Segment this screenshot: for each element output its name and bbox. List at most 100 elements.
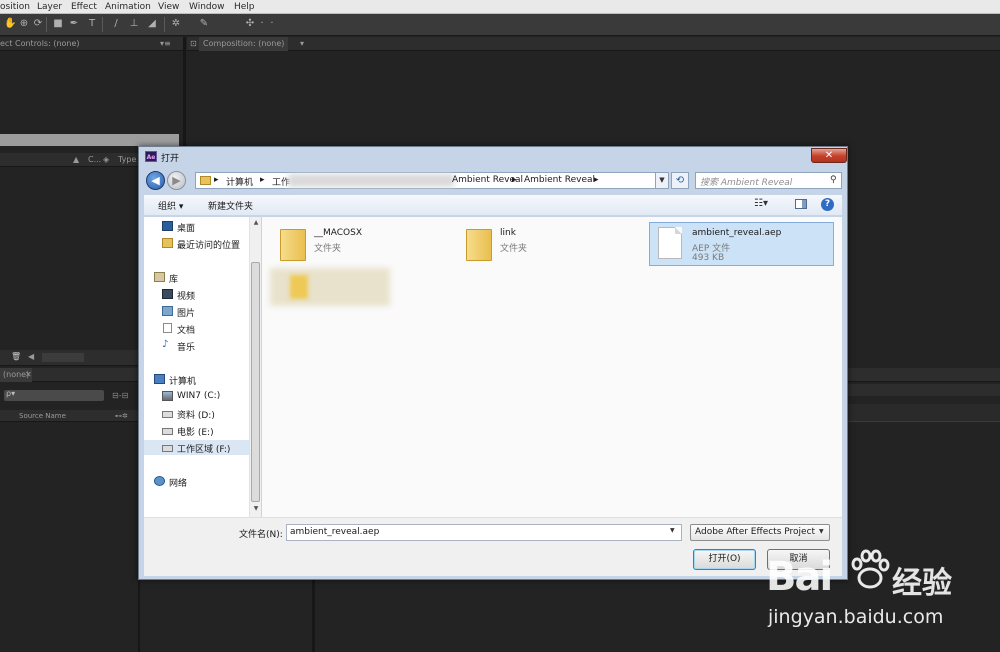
- menu-window[interactable]: Window: [189, 2, 225, 12]
- roto-brush-tool-icon[interactable]: ✲: [170, 18, 182, 30]
- menu-composition[interactable]: osition: [0, 2, 30, 12]
- network-icon: [154, 476, 165, 486]
- file-name: link: [500, 228, 516, 238]
- chevron-down-icon[interactable]: ▼: [670, 527, 675, 534]
- hand-tool-icon[interactable]: ✋: [4, 18, 16, 30]
- search-icon[interactable]: ⚲: [830, 175, 837, 185]
- nav-item-network[interactable]: 网络: [144, 474, 254, 489]
- composition-tab[interactable]: Composition: (none): [199, 37, 289, 51]
- close-button[interactable]: ✕: [811, 148, 847, 163]
- eraser-tool-icon[interactable]: ◢: [146, 18, 158, 30]
- project-col-type[interactable]: Type: [118, 153, 136, 167]
- puppet-pin-tool-icon[interactable]: ✎: [198, 18, 210, 30]
- menu-animation[interactable]: Animation: [105, 2, 151, 12]
- nav-item-videos[interactable]: 视频: [144, 287, 254, 302]
- new-folder-button[interactable]: 新建文件夹: [208, 199, 253, 212]
- file-item-link[interactable]: link 文件夹: [458, 223, 618, 267]
- axis-mode-icon[interactable]: ✣: [244, 18, 256, 30]
- composition-header: ⊡ Composition: (none) ▾: [187, 37, 1000, 51]
- scroll-down-icon[interactable]: ▼: [252, 505, 260, 512]
- nav-label: 电影 (E:): [177, 428, 214, 438]
- timeline-switches-icon[interactable]: ⊟-⊟: [112, 391, 128, 400]
- toolbar-separator: [164, 17, 165, 32]
- file-item-macosx[interactable]: __MACOSX 文件夹: [272, 223, 432, 267]
- nav-item-drive-c[interactable]: WIN7 (C:): [144, 389, 254, 404]
- project-col-c[interactable]: C...: [88, 153, 101, 167]
- panel-menu-icon[interactable]: ▾≡: [160, 37, 171, 51]
- clone-stamp-tool-icon[interactable]: ⊥: [128, 18, 140, 30]
- scroll-left-icon[interactable]: ◀: [28, 350, 34, 364]
- nav-scrollbar-thumb[interactable]: [251, 262, 260, 502]
- timeline-columns: Source Name ⊷✲: [0, 410, 138, 422]
- nav-item-computer[interactable]: 计算机: [144, 372, 254, 387]
- file-item-ambient-reveal[interactable]: ambient_reveal.aep AEP 文件 493 KB: [649, 222, 834, 266]
- help-icon[interactable]: ?: [821, 198, 834, 211]
- pen-tool-icon[interactable]: ✒: [68, 18, 80, 30]
- menu-effect[interactable]: Effect: [71, 2, 97, 12]
- nav-item-drive-e[interactable]: 电影 (E:): [144, 423, 254, 438]
- open-button[interactable]: 打开(O): [693, 549, 756, 570]
- search-input[interactable]: 搜索 Ambient Reveal ⚲: [695, 172, 842, 189]
- watermark-url: jingyan.baidu.com: [768, 606, 944, 628]
- address-separator[interactable]: ▸: [214, 175, 219, 185]
- scroll-up-icon[interactable]: ▲: [252, 219, 260, 226]
- rectangle-tool-icon[interactable]: ■: [52, 18, 64, 30]
- nav-item-documents[interactable]: 文档: [144, 321, 254, 336]
- filetype-value: Adobe After Effects Project (: [695, 527, 815, 537]
- effect-controls-tab[interactable]: ect Controls: (none): [0, 37, 80, 51]
- blurred-folder-icon: [290, 275, 308, 299]
- filetype-select[interactable]: Adobe After Effects Project ( ▼: [690, 524, 830, 541]
- dialog-title: 打开: [161, 154, 180, 164]
- brush-tool-icon[interactable]: /: [110, 18, 122, 30]
- baidu-jingyan-watermark: Bai 经验 jingyan.baidu.com: [766, 548, 1000, 652]
- filename-input[interactable]: ambient_reveal.aep ▼: [286, 524, 682, 541]
- timeline-ruler: [848, 384, 1000, 396]
- blurred-path-segment: [288, 174, 454, 187]
- rotate-tool-icon[interactable]: ⟳: [32, 18, 44, 30]
- source-name-col[interactable]: Source Name: [19, 410, 66, 422]
- refresh-button[interactable]: ⟲: [671, 172, 689, 189]
- videos-icon: [162, 289, 173, 299]
- timeline-tab-close-icon[interactable]: ✕: [25, 368, 32, 382]
- nav-label: 最近访问的位置: [177, 241, 241, 251]
- folder-icon: [200, 176, 211, 185]
- nav-item-recent[interactable]: 最近访问的位置: [144, 236, 254, 251]
- menu-help[interactable]: Help: [234, 2, 255, 12]
- nav-item-drive-d[interactable]: 资料 (D:): [144, 406, 254, 421]
- project-scrollbar[interactable]: [42, 353, 84, 362]
- address-separator[interactable]: ▸: [512, 175, 517, 185]
- nav-item-libraries[interactable]: 库: [144, 270, 254, 285]
- address-segment-computer[interactable]: 计算机: [226, 175, 253, 188]
- nav-scrollbar[interactable]: ▲ ▼: [249, 217, 261, 517]
- zoom-tool-icon[interactable]: ⊕: [18, 18, 30, 30]
- back-button[interactable]: ◀: [146, 171, 165, 190]
- nav-label: 网络: [169, 479, 188, 489]
- world-axis-icon[interactable]: ·: [266, 18, 278, 30]
- lock-icon[interactable]: ⊡: [190, 37, 197, 51]
- preview-pane-icon[interactable]: [795, 199, 807, 209]
- menu-layer[interactable]: Layer: [37, 2, 62, 12]
- address-bar[interactable]: ▸ 计算机 ▸ 工作 Ambient Reveal ▸ Ambient Reve…: [195, 172, 667, 189]
- trash-icon[interactable]: 🗑: [11, 350, 21, 364]
- address-dropdown-button[interactable]: ▼: [655, 172, 669, 189]
- chevron-down-icon[interactable]: ▼: [819, 528, 824, 535]
- nav-item-music[interactable]: ♪ 音乐: [144, 338, 254, 354]
- aep-file-icon: [658, 227, 682, 259]
- address-segment-ambient-reveal-2[interactable]: Ambient Reveal: [524, 175, 595, 185]
- nav-item-pictures[interactable]: 图片: [144, 304, 254, 319]
- watermark-brand: Bai: [766, 554, 833, 600]
- watermark-jingyan: 经验: [892, 566, 952, 601]
- type-tool-icon[interactable]: T: [86, 18, 98, 30]
- nav-item-drive-f[interactable]: 工作区域 (F:): [144, 440, 254, 455]
- change-view-icon[interactable]: ☷▾: [754, 198, 768, 210]
- organize-menu[interactable]: 组织 ▾: [158, 199, 183, 212]
- menu-view[interactable]: View: [158, 2, 179, 12]
- address-separator[interactable]: ▸: [594, 175, 599, 185]
- composition-tab-menu-icon[interactable]: ▾: [300, 37, 304, 51]
- nav-item-desktop[interactable]: 桌面: [144, 219, 254, 234]
- address-separator[interactable]: ▸: [260, 175, 265, 185]
- sort-arrow-icon[interactable]: ▲: [73, 153, 79, 167]
- ae-toolbar: ✋ ⊕ ⟳ ■ ✒ T / ⊥ ◢ ✲ ✎ ✣ · ·: [0, 14, 1000, 36]
- timeline-search-input[interactable]: ρ▾: [4, 389, 104, 401]
- forward-button[interactable]: ▶: [167, 171, 186, 190]
